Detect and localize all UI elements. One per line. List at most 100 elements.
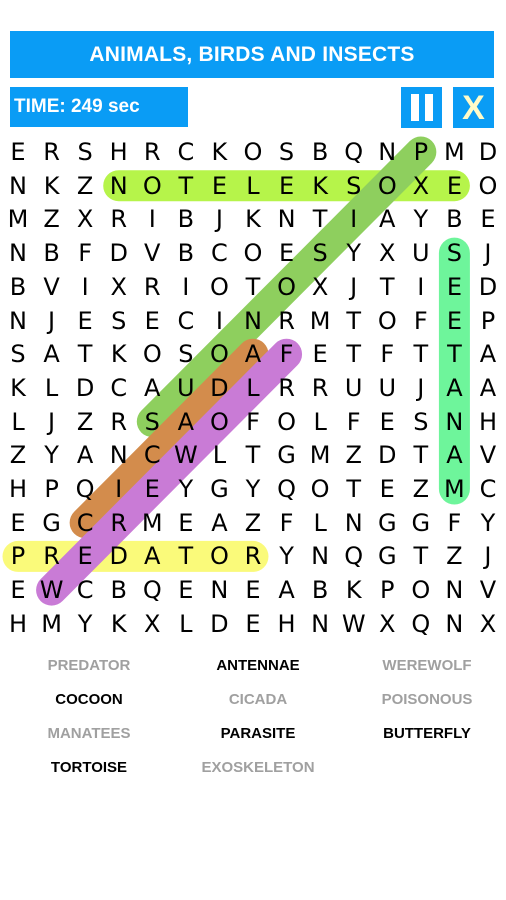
grid-cell[interactable]: V xyxy=(471,438,505,472)
grid-cell[interactable]: F xyxy=(236,405,270,439)
grid-cell[interactable]: A xyxy=(471,337,505,371)
grid-cell[interactable]: E xyxy=(471,202,505,236)
grid-cell[interactable]: R xyxy=(102,202,136,236)
grid-cell[interactable]: A xyxy=(135,539,169,573)
grid-cell[interactable]: R xyxy=(135,270,169,304)
grid-cell[interactable]: S xyxy=(337,169,371,203)
grid-cell[interactable]: E xyxy=(169,573,203,607)
grid-cell[interactable]: I xyxy=(404,270,438,304)
grid-cell[interactable]: E xyxy=(236,573,270,607)
grid-cell[interactable]: D xyxy=(370,438,404,472)
grid-cell[interactable]: J xyxy=(471,236,505,270)
grid-cell[interactable]: B xyxy=(303,573,337,607)
grid-cell[interactable]: N xyxy=(1,169,35,203)
grid-cell[interactable]: B xyxy=(169,202,203,236)
grid-cell[interactable]: I xyxy=(102,472,136,506)
grid-cell[interactable]: N xyxy=(102,438,136,472)
grid-cell[interactable]: B xyxy=(303,135,337,169)
grid-cell[interactable]: M xyxy=(35,607,69,641)
grid-cell[interactable]: L xyxy=(202,438,236,472)
grid-cell[interactable]: O xyxy=(135,169,169,203)
grid-cell[interactable]: B xyxy=(437,202,471,236)
grid-cell[interactable]: P xyxy=(35,472,69,506)
grid-cell[interactable]: J xyxy=(202,202,236,236)
grid-cell[interactable]: T xyxy=(337,337,371,371)
grid-cell[interactable]: T xyxy=(404,438,438,472)
grid-cell[interactable]: D xyxy=(68,371,102,405)
grid-cell[interactable]: O xyxy=(236,135,270,169)
grid-cell[interactable]: R xyxy=(102,506,136,540)
grid-cell[interactable]: Y xyxy=(236,472,270,506)
grid-cell[interactable]: T xyxy=(337,304,371,338)
grid-cell[interactable]: B xyxy=(1,270,35,304)
grid-cell[interactable]: J xyxy=(35,405,69,439)
grid-cell[interactable]: X xyxy=(303,270,337,304)
grid-cell[interactable]: X xyxy=(135,607,169,641)
grid-cell[interactable]: E xyxy=(303,337,337,371)
grid-cell[interactable]: E xyxy=(169,506,203,540)
grid-cell[interactable]: E xyxy=(135,304,169,338)
grid-cell[interactable]: H xyxy=(1,472,35,506)
grid-cell[interactable]: Q xyxy=(337,539,371,573)
grid-cell[interactable]: Z xyxy=(68,405,102,439)
grid-cell[interactable]: P xyxy=(404,135,438,169)
grid-cell[interactable]: B xyxy=(169,236,203,270)
grid-cell[interactable]: T xyxy=(370,270,404,304)
grid-cell[interactable]: T xyxy=(236,270,270,304)
grid-cell[interactable]: Z xyxy=(35,202,69,236)
grid-cell[interactable]: R xyxy=(236,539,270,573)
grid-cell[interactable]: P xyxy=(370,573,404,607)
grid-cell[interactable]: X xyxy=(102,270,136,304)
grid-cell[interactable]: Q xyxy=(270,472,304,506)
grid-cell[interactable]: S xyxy=(404,405,438,439)
grid-cell[interactable]: C xyxy=(169,135,203,169)
grid-cell[interactable]: U xyxy=(337,371,371,405)
grid-cell[interactable]: A xyxy=(437,438,471,472)
grid-cell[interactable]: F xyxy=(337,405,371,439)
grid-cell[interactable]: J xyxy=(337,270,371,304)
grid-cell[interactable]: O xyxy=(303,472,337,506)
grid-cell[interactable]: C xyxy=(68,506,102,540)
grid-cell[interactable]: O xyxy=(135,337,169,371)
grid-cell[interactable]: T xyxy=(169,539,203,573)
grid-cell[interactable]: D xyxy=(202,607,236,641)
grid-cell[interactable]: J xyxy=(471,539,505,573)
grid-cell[interactable]: F xyxy=(270,337,304,371)
grid-cell[interactable]: R xyxy=(303,371,337,405)
grid-cell[interactable]: K xyxy=(337,573,371,607)
grid-cell[interactable]: N xyxy=(303,539,337,573)
grid-cell[interactable]: T xyxy=(68,337,102,371)
grid-cell[interactable]: N xyxy=(236,304,270,338)
grid-cell[interactable]: Q xyxy=(404,607,438,641)
grid-cell[interactable]: N xyxy=(337,506,371,540)
grid-cell[interactable]: I xyxy=(169,270,203,304)
grid-cell[interactable]: V xyxy=(471,573,505,607)
grid-cell[interactable]: C xyxy=(169,304,203,338)
grid-cell[interactable]: S xyxy=(1,337,35,371)
grid-cell[interactable]: K xyxy=(35,169,69,203)
grid-cell[interactable]: F xyxy=(370,337,404,371)
grid-cell[interactable]: W xyxy=(337,607,371,641)
grid-cell[interactable]: G xyxy=(404,506,438,540)
grid-cell[interactable]: X xyxy=(370,607,404,641)
grid-cell[interactable]: O xyxy=(202,270,236,304)
grid-cell[interactable]: K xyxy=(202,135,236,169)
grid-cell[interactable]: E xyxy=(1,506,35,540)
grid-cell[interactable]: B xyxy=(102,573,136,607)
grid-cell[interactable]: O xyxy=(236,236,270,270)
grid-cell[interactable]: F xyxy=(404,304,438,338)
grid-cell[interactable]: A xyxy=(270,573,304,607)
grid-cell[interactable]: H xyxy=(102,135,136,169)
grid-cell[interactable]: M xyxy=(437,135,471,169)
grid-cell[interactable]: O xyxy=(202,539,236,573)
grid-cell[interactable]: D xyxy=(102,539,136,573)
grid-cell[interactable]: F xyxy=(437,506,471,540)
grid-cell[interactable]: O xyxy=(370,304,404,338)
grid-cell[interactable]: O xyxy=(370,169,404,203)
grid-cell[interactable]: M xyxy=(437,472,471,506)
grid-cell[interactable]: D xyxy=(471,270,505,304)
grid-cell[interactable]: I xyxy=(202,304,236,338)
grid-cell[interactable]: R xyxy=(135,135,169,169)
grid-cell[interactable]: N xyxy=(102,169,136,203)
grid-cell[interactable]: Z xyxy=(1,438,35,472)
